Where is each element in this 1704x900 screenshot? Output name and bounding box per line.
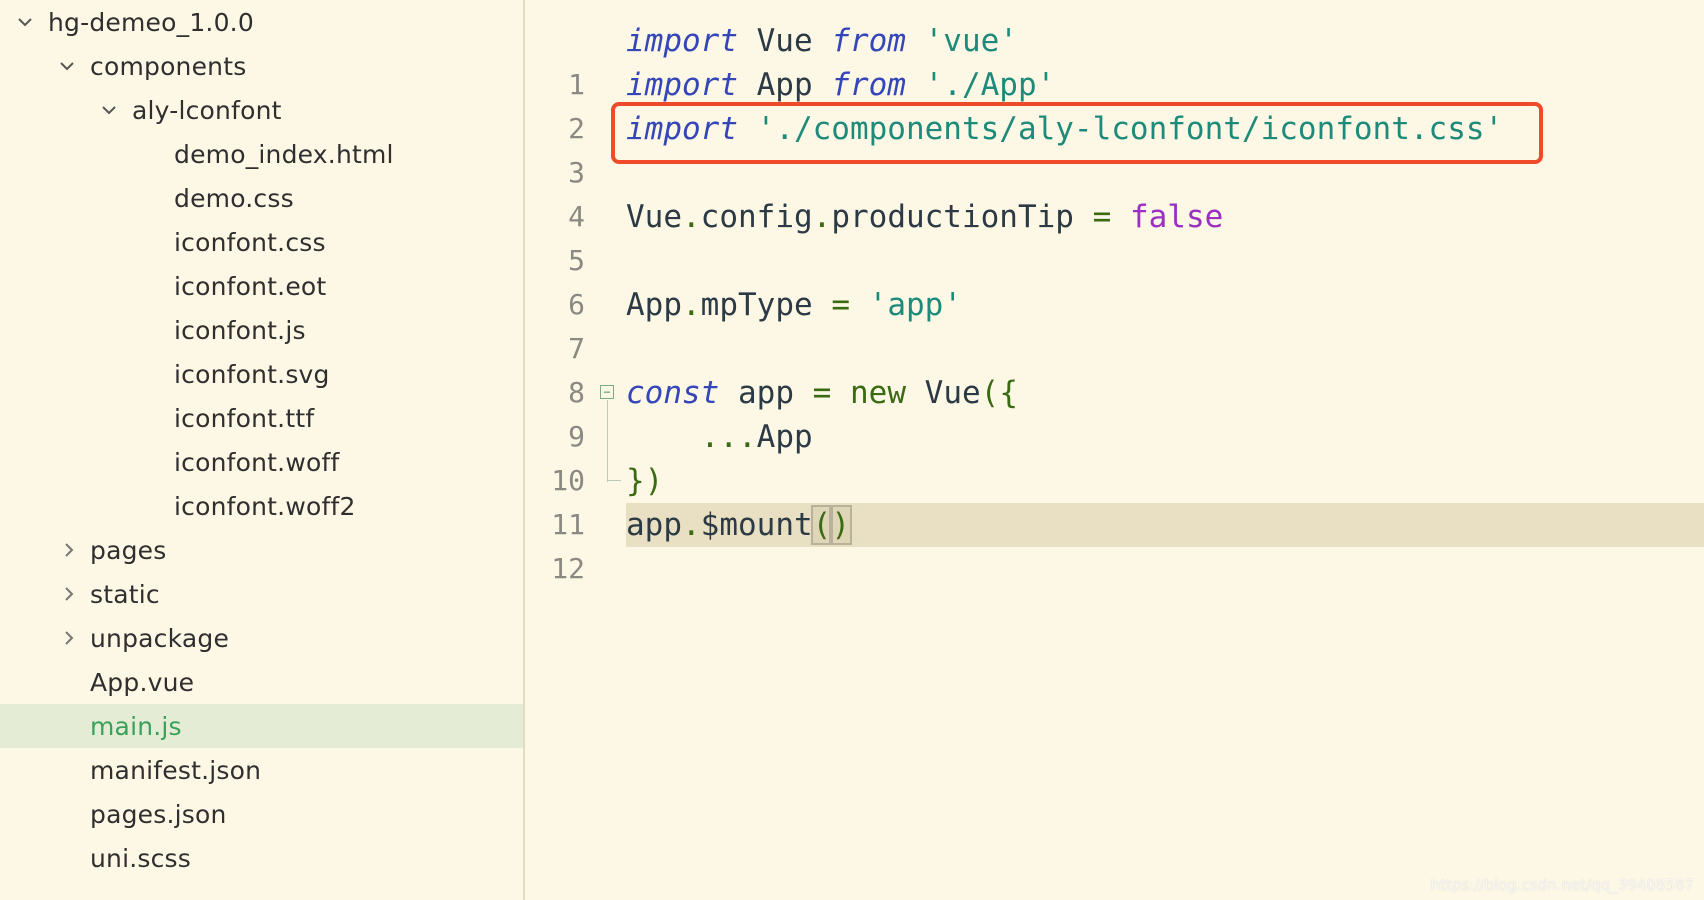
- tree-item-label: iconfont.woff: [174, 447, 340, 477]
- tree-item-aly-lconfont[interactable]: aly-lconfont: [0, 88, 523, 132]
- annotation-highlight-box: [611, 102, 1543, 164]
- tree-item-components[interactable]: components: [0, 44, 523, 88]
- tree-item-iconfont-js[interactable]: iconfont.js: [0, 308, 523, 352]
- chevron-down-icon[interactable]: [99, 100, 119, 120]
- tree-item-iconfont-woff2[interactable]: iconfont.woff2: [0, 484, 523, 528]
- code-line-12[interactable]: 12 app.$mount(): [525, 503, 1704, 585]
- code-content[interactable]: const app = new Vue({: [626, 371, 1704, 415]
- tree-item-main-js[interactable]: main.js: [0, 704, 523, 748]
- chevron-right-icon[interactable]: [59, 540, 79, 560]
- watermark: https://blog.csdn.net/qq_39408587: [1430, 876, 1694, 894]
- tree-item-manifest-json[interactable]: manifest.json: [0, 748, 523, 792]
- tree-item-label: iconfont.eot: [174, 271, 327, 301]
- tree-item-label: aly-lconfont: [132, 95, 282, 125]
- fold-guide-end: [607, 480, 621, 481]
- tree-item-iconfont-ttf[interactable]: iconfont.ttf: [0, 396, 523, 440]
- fold-guide-line: [607, 400, 608, 482]
- code-content[interactable]: app.$mount(): [626, 503, 1704, 547]
- tree-item-label: components: [90, 51, 247, 81]
- tree-item-label: static: [90, 579, 160, 609]
- tree-item-label: iconfont.svg: [174, 359, 330, 389]
- code-content[interactable]: import Vue from 'vue': [626, 19, 1704, 63]
- code-line-9[interactable]: 9 const app = new Vue({: [525, 371, 1704, 453]
- tree-item-unpackage[interactable]: unpackage: [0, 616, 523, 660]
- code-content[interactable]: ...App: [626, 415, 1704, 459]
- tree-item-label: manifest.json: [90, 755, 262, 785]
- tree-item-label: demo_index.html: [174, 139, 394, 169]
- code-line-5[interactable]: 5 Vue.config.productionTip = false: [525, 195, 1704, 277]
- tree-item-label: iconfont.css: [174, 227, 326, 257]
- fold-toggle-icon[interactable]: −: [600, 385, 614, 399]
- line-number: 12: [551, 552, 585, 585]
- code-line-7[interactable]: 7 App.mpType = 'app': [525, 283, 1704, 365]
- tree-item-label: uni.scss: [90, 843, 192, 873]
- code-line-11[interactable]: 11 }): [525, 459, 1704, 541]
- tree-item-demo-index-html[interactable]: demo_index.html: [0, 132, 523, 176]
- code-line-6[interactable]: 6: [525, 239, 1704, 321]
- tree-item-label: App.vue: [90, 667, 195, 697]
- tree-item-label: pages.json: [90, 799, 227, 829]
- tree-item-static[interactable]: static: [0, 572, 523, 616]
- code-content[interactable]: App.mpType = 'app': [626, 283, 1704, 327]
- tree-item-label: main.js: [90, 711, 182, 741]
- code-line-10[interactable]: 10 ...App: [525, 415, 1704, 497]
- tree-item-iconfont-css[interactable]: iconfont.css: [0, 220, 523, 264]
- chevron-right-icon[interactable]: [59, 628, 79, 648]
- tree-item-pages-json[interactable]: pages.json: [0, 792, 523, 836]
- tree-item-uni-scss[interactable]: uni.scss: [0, 836, 523, 880]
- tree-item-hg-demeo[interactable]: hg-demeo_1.0.0: [0, 0, 523, 44]
- tree-item-label: pages: [90, 535, 167, 565]
- tree-item-label: iconfont.woff2: [174, 491, 356, 521]
- tree-item-label: iconfont.ttf: [174, 403, 315, 433]
- tree-item-pages[interactable]: pages: [0, 528, 523, 572]
- code-line-1[interactable]: 1 import Vue from 'vue': [525, 19, 1704, 101]
- tree-item-app-vue[interactable]: App.vue: [0, 660, 523, 704]
- tree-item-iconfont-svg[interactable]: iconfont.svg: [0, 352, 523, 396]
- chevron-down-icon[interactable]: [57, 56, 77, 76]
- tree-item-label: unpackage: [90, 623, 230, 653]
- code-content[interactable]: }): [626, 459, 1704, 503]
- tree-item-iconfont-eot[interactable]: iconfont.eot: [0, 264, 523, 308]
- tree-item-label: demo.css: [174, 183, 294, 213]
- tree-item-demo-css[interactable]: demo.css: [0, 176, 523, 220]
- code-line-8[interactable]: 8: [525, 327, 1704, 409]
- tree-item-iconfont-woff[interactable]: iconfont.woff: [0, 440, 523, 484]
- code-line-2[interactable]: 2 import App from './App': [525, 63, 1704, 145]
- chevron-down-icon[interactable]: [15, 12, 35, 32]
- code-content[interactable]: import App from './App': [626, 63, 1704, 107]
- chevron-right-icon[interactable]: [59, 584, 79, 604]
- tree-item-label: iconfont.js: [174, 315, 306, 345]
- file-explorer: hg-demeo_1.0.0 components aly-lconfont d…: [0, 0, 525, 900]
- tree-item-label: hg-demeo_1.0.0: [48, 7, 254, 37]
- code-content[interactable]: Vue.config.productionTip = false: [626, 195, 1704, 239]
